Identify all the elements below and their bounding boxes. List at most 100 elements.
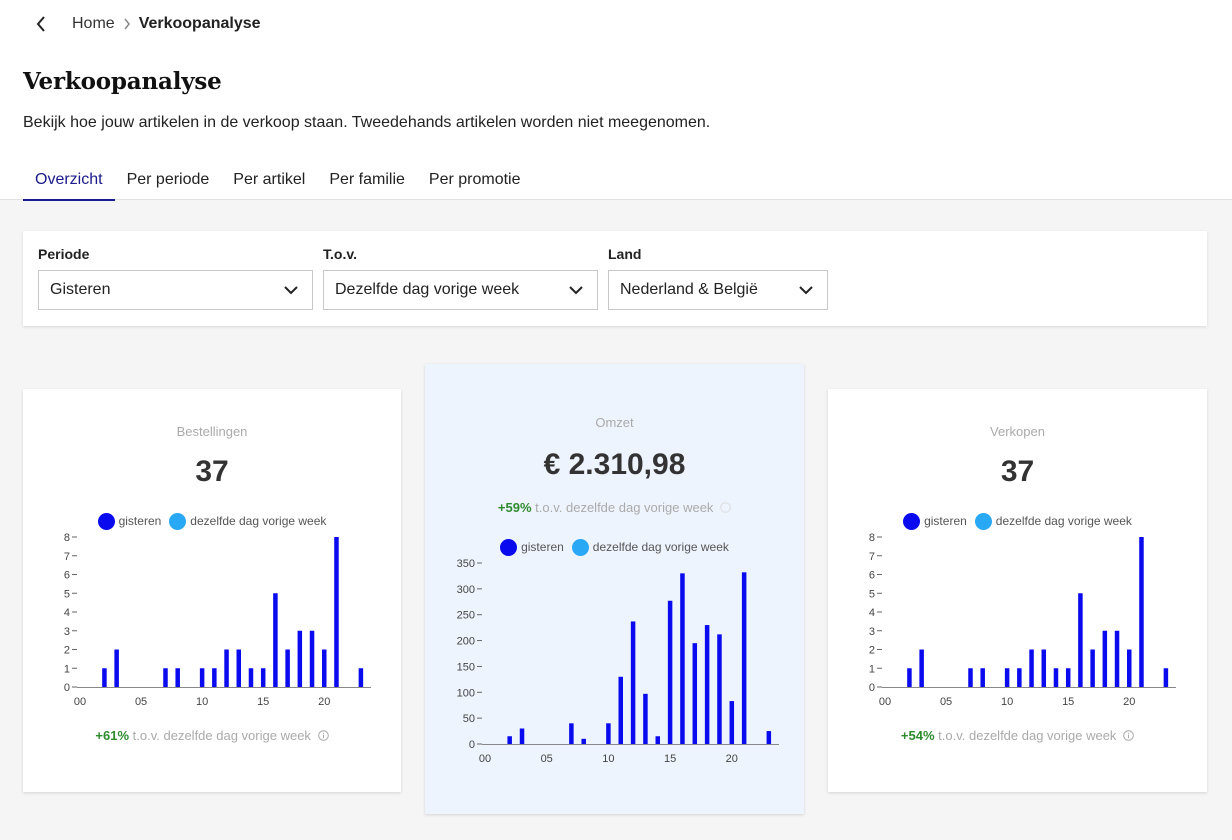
filter-periode: Periode Gisteren — [38, 246, 313, 310]
y-tick-label: 350 — [457, 558, 475, 570]
periode-select[interactable]: Gisteren — [38, 270, 313, 310]
bar-primary — [1017, 668, 1022, 687]
bar-primary — [1139, 537, 1144, 687]
tab-per-familie[interactable]: Per familie — [317, 160, 417, 201]
bar-primary — [1163, 668, 1169, 687]
x-tick-label: 00 — [879, 696, 891, 708]
y-tick-label: 5 — [869, 588, 875, 600]
y-tick-label: 4 — [64, 607, 70, 619]
chevron-left-icon[interactable] — [36, 12, 50, 36]
y-tick-label: 4 — [869, 607, 875, 619]
bar-primary — [248, 668, 254, 687]
x-tick-label: 15 — [664, 753, 676, 765]
bar-primary — [630, 621, 636, 744]
delta-line: +59% t.o.v. dezelfde dag vorige week — [425, 500, 804, 516]
y-tick-label: 300 — [457, 584, 475, 596]
page-title: Verkoopanalyse — [23, 68, 222, 95]
kpi-card-bestellingen[interactable]: Bestellingen 37 gisteren dezelfde dag vo… — [23, 389, 401, 792]
info-icon[interactable] — [317, 729, 329, 744]
bar-primary — [199, 668, 205, 687]
filter-tov: T.o.v. Dezelfde dag vorige week — [323, 246, 598, 310]
tab-per-promotie[interactable]: Per promotie — [417, 160, 533, 201]
tab-bar: Overzicht Per periode Per artikel Per fa… — [23, 160, 533, 201]
legend-label-primary: gisteren — [924, 514, 967, 528]
page-header: Home Verkoopanalyse Verkoopanalyse Bekij… — [0, 0, 1232, 201]
delta-percentage: +59% — [497, 500, 532, 515]
bar-primary — [358, 668, 364, 687]
bar-primary — [667, 600, 673, 744]
delta-line: +54% t.o.v. dezelfde dag vorige week — [828, 728, 1207, 744]
y-tick-label: 3 — [869, 626, 875, 638]
bar-primary — [919, 649, 924, 687]
bar-primary — [907, 668, 912, 687]
bar-primary — [692, 643, 698, 744]
legend-label-primary: gisteren — [118, 514, 162, 528]
delta-text: t.o.v. dezelfde dag vorige week — [132, 728, 311, 743]
x-tick-label: 20 — [726, 753, 738, 765]
tab-per-artikel[interactable]: Per artikel — [221, 160, 317, 201]
tab-per-periode[interactable]: Per periode — [115, 160, 222, 201]
card-value: 37 — [1000, 455, 1035, 488]
periode-select-value: Gisteren — [50, 281, 111, 298]
bar-primary — [224, 649, 229, 687]
x-tick-label: 20 — [318, 696, 330, 708]
legend-item-primary[interactable]: gisteren — [97, 512, 162, 530]
info-icon[interactable] — [1123, 729, 1134, 744]
x-tick-label: 00 — [74, 696, 86, 708]
tov-select[interactable]: Dezelfde dag vorige week — [323, 270, 598, 310]
legend-dot-compare — [169, 512, 187, 530]
legend-item-compare[interactable]: dezelfde dag vorige week — [169, 512, 326, 530]
y-tick-label: 250 — [457, 610, 475, 622]
legend-item-primary[interactable]: gisteren — [500, 538, 564, 556]
bar-primary — [175, 668, 180, 687]
bar-primary — [309, 630, 315, 687]
bar-primary — [704, 625, 710, 744]
y-tick-label: 8 — [869, 532, 875, 544]
bar-primary — [334, 537, 339, 687]
filter-land: Land Nederland & België — [608, 246, 828, 310]
chevron-down-icon — [284, 283, 298, 297]
y-tick-label: 2 — [869, 645, 875, 657]
y-tick-label: 6 — [869, 570, 875, 582]
y-tick-label: 0 — [469, 739, 475, 751]
bar-primary — [980, 668, 985, 687]
bar-primary — [236, 649, 242, 687]
y-tick-label: 7 — [64, 551, 70, 563]
y-tick-label: 7 — [869, 551, 875, 563]
x-tick-label: 15 — [257, 696, 269, 708]
legend-item-compare[interactable]: dezelfde dag vorige week — [974, 512, 1132, 530]
breadcrumb-home-link[interactable]: Home — [72, 15, 115, 33]
legend-dot-primary — [97, 512, 115, 530]
x-tick-label: 05 — [940, 696, 952, 708]
bar-primary — [618, 676, 623, 744]
breadcrumb: Home Verkoopanalyse — [36, 12, 261, 36]
info-icon[interactable] — [720, 501, 731, 516]
bar-primary — [766, 731, 772, 744]
card-value: 37 — [195, 455, 229, 488]
bar-primary — [680, 573, 685, 744]
bar-primary — [519, 728, 525, 744]
legend-item-primary[interactable]: gisteren — [903, 512, 967, 530]
legend-dot-primary — [500, 538, 518, 556]
x-tick-label: 15 — [1062, 696, 1074, 708]
delta-percentage: +54% — [900, 728, 935, 743]
tab-overzicht[interactable]: Overzicht — [23, 160, 115, 201]
filter-land-label: Land — [608, 246, 642, 262]
bestellingen-chart: 0 1 2 3 4 5 6 7 8 00 05 10 15 20 — [64, 532, 371, 708]
kpi-card-omzet[interactable]: Omzet € 2.310,98 +59% t.o.v. dezelfde da… — [425, 364, 804, 814]
y-tick-label: 1 — [869, 663, 875, 675]
y-tick-label: 0 — [64, 682, 70, 694]
y-tick-label: 200 — [457, 636, 475, 648]
land-select[interactable]: Nederland & België — [608, 270, 828, 310]
delta-text: t.o.v. dezelfde dag vorige week — [535, 500, 714, 515]
kpi-card-verkopen[interactable]: Verkopen 37 gisteren dezelfde dag vorige… — [828, 389, 1207, 792]
bar-primary — [1114, 630, 1120, 687]
land-select-value: Nederland & België — [620, 281, 758, 298]
x-tick-label: 20 — [1123, 696, 1135, 708]
legend-label-compare: dezelfde dag vorige week — [995, 514, 1132, 528]
legend-dot-compare — [571, 538, 589, 556]
bar-primary — [643, 693, 648, 744]
y-tick-label: 1 — [64, 663, 70, 675]
legend-item-compare[interactable]: dezelfde dag vorige week — [571, 538, 729, 556]
bar-primary — [1102, 630, 1108, 687]
